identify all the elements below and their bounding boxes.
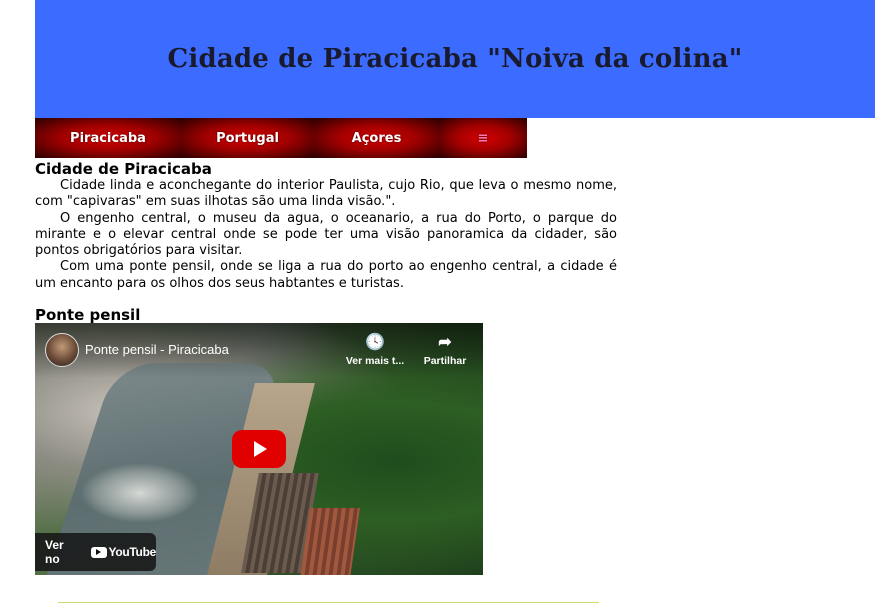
paragraph: Cidade linda e aconchegante do interior …: [35, 178, 617, 210]
share-label: Partilhar: [423, 355, 467, 367]
watch-later-label: Ver mais t...: [345, 355, 405, 367]
youtube-logo: YouTube: [90, 545, 157, 559]
youtube-wordmark: YouTube: [108, 545, 157, 559]
menu-icon[interactable]: ≡: [439, 118, 527, 158]
share-button[interactable]: ➦ Partilhar: [417, 333, 473, 367]
channel-avatar[interactable]: [45, 333, 79, 367]
footer-divider: [58, 602, 599, 603]
nav-item-piracicaba[interactable]: Piracicaba: [35, 118, 181, 158]
youtube-play-icon: [90, 546, 107, 558]
video-thumbnail-building: [300, 508, 360, 575]
share-icon: ➦: [438, 334, 452, 351]
main-content: Cidade de Piracicaba Cidade linda e acon…: [35, 160, 617, 292]
section-heading: Cidade de Piracicaba: [35, 160, 212, 178]
main-nav: Piracicaba Portugal Açores ≡: [35, 118, 527, 158]
page-header: Cidade de Piracicaba "Noiva da colina": [35, 0, 875, 118]
watch-on-label: Ver no: [45, 538, 64, 566]
nav-item-acores[interactable]: Açores: [314, 118, 439, 158]
watch-later-button[interactable]: 🕓 Ver mais t...: [340, 333, 410, 367]
page-title: Cidade de Piracicaba "Noiva da colina": [167, 44, 743, 74]
paragraph: Com uma ponte pensil, onde se liga a rua…: [35, 259, 617, 291]
video-thumbnail-rapids: [80, 463, 200, 523]
play-icon: [254, 441, 267, 457]
play-button[interactable]: [232, 430, 286, 468]
watch-on-youtube-button[interactable]: Ver no YouTube: [35, 533, 156, 571]
clock-icon: 🕓: [365, 334, 385, 351]
section-heading: Ponte pensil: [35, 306, 141, 324]
nav-item-portugal[interactable]: Portugal: [181, 118, 314, 158]
video-title[interactable]: Ponte pensil - Piracicaba: [85, 342, 229, 357]
paragraph: O engenho central, o museu da agua, o oc…: [35, 210, 617, 259]
video-embed[interactable]: Ponte pensil - Piracicaba 🕓 Ver mais t..…: [35, 323, 483, 575]
